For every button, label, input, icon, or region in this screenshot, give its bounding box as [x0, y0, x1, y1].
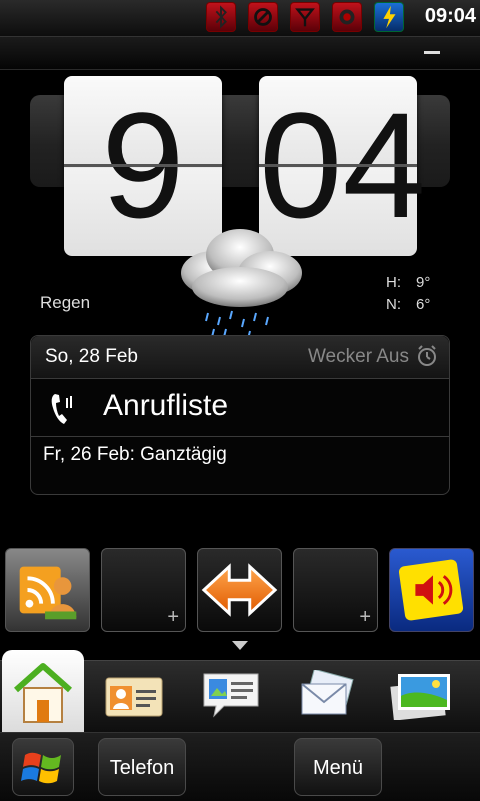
charging-icon[interactable]	[374, 2, 404, 32]
messaging-icon[interactable]	[200, 670, 262, 720]
antenna-icon[interactable]	[290, 2, 320, 32]
phone-icon	[51, 394, 72, 424]
expand-caret-icon[interactable]	[232, 641, 248, 650]
temperature-range: H: 9° N: 6°	[386, 272, 430, 316]
volume-icon	[398, 559, 464, 621]
alarm-clock-icon[interactable]	[415, 344, 439, 368]
empty-shortcut-slot-2[interactable]: +	[293, 548, 378, 632]
divider	[31, 436, 449, 437]
volume-shortcut[interactable]	[389, 548, 474, 632]
flip-seam	[259, 164, 417, 167]
current-date: So, 28 Feb	[45, 346, 138, 367]
windows-start-icon	[21, 752, 61, 784]
tab-home[interactable]	[2, 650, 84, 732]
empty-shortcut-slot-1[interactable]: +	[101, 548, 186, 632]
secondary-bar	[0, 37, 480, 70]
rss-feed-icon	[19, 566, 77, 620]
mail-icon[interactable]	[296, 670, 358, 720]
media-record-icon[interactable]	[332, 2, 362, 32]
info-panel: So, 28 Feb Wecker Aus Anrufliste Fr, 26 …	[30, 335, 450, 495]
calendar-event[interactable]: Fr, 26 Feb: Ganztägig	[43, 444, 227, 466]
home-icon	[14, 663, 72, 723]
add-shortcut-icon: +	[167, 606, 179, 628]
status-bar: 09:04	[0, 0, 480, 37]
weather-condition: Regen	[40, 293, 91, 312]
navigation-icon	[201, 563, 278, 617]
navigation-shortcut[interactable]	[197, 548, 282, 632]
rss-feed-shortcut[interactable]	[5, 548, 90, 632]
contacts-icon[interactable]	[104, 670, 166, 720]
minimize-indicator[interactable]	[424, 51, 440, 54]
start-button[interactable]	[12, 738, 74, 796]
phone-button[interactable]: Telefon	[98, 738, 186, 796]
high-value: 9°	[416, 274, 431, 291]
photos-icon[interactable]	[390, 670, 452, 720]
alarm-status[interactable]: Wecker Aus	[308, 346, 409, 368]
no-signal-icon[interactable]	[248, 2, 278, 32]
bluetooth-icon[interactable]	[206, 2, 236, 32]
menu-button[interactable]: Menü	[294, 738, 382, 796]
date-alarm-row[interactable]: So, 28 Feb Wecker Aus	[31, 336, 449, 379]
status-time[interactable]: 09:04	[425, 5, 476, 28]
add-shortcut-icon: +	[359, 606, 371, 628]
high-label: H:	[386, 274, 401, 291]
flip-seam	[64, 164, 222, 167]
low-value: 6°	[416, 296, 431, 313]
call-log-link[interactable]: Anrufliste	[103, 389, 228, 423]
low-label: N:	[386, 296, 401, 313]
